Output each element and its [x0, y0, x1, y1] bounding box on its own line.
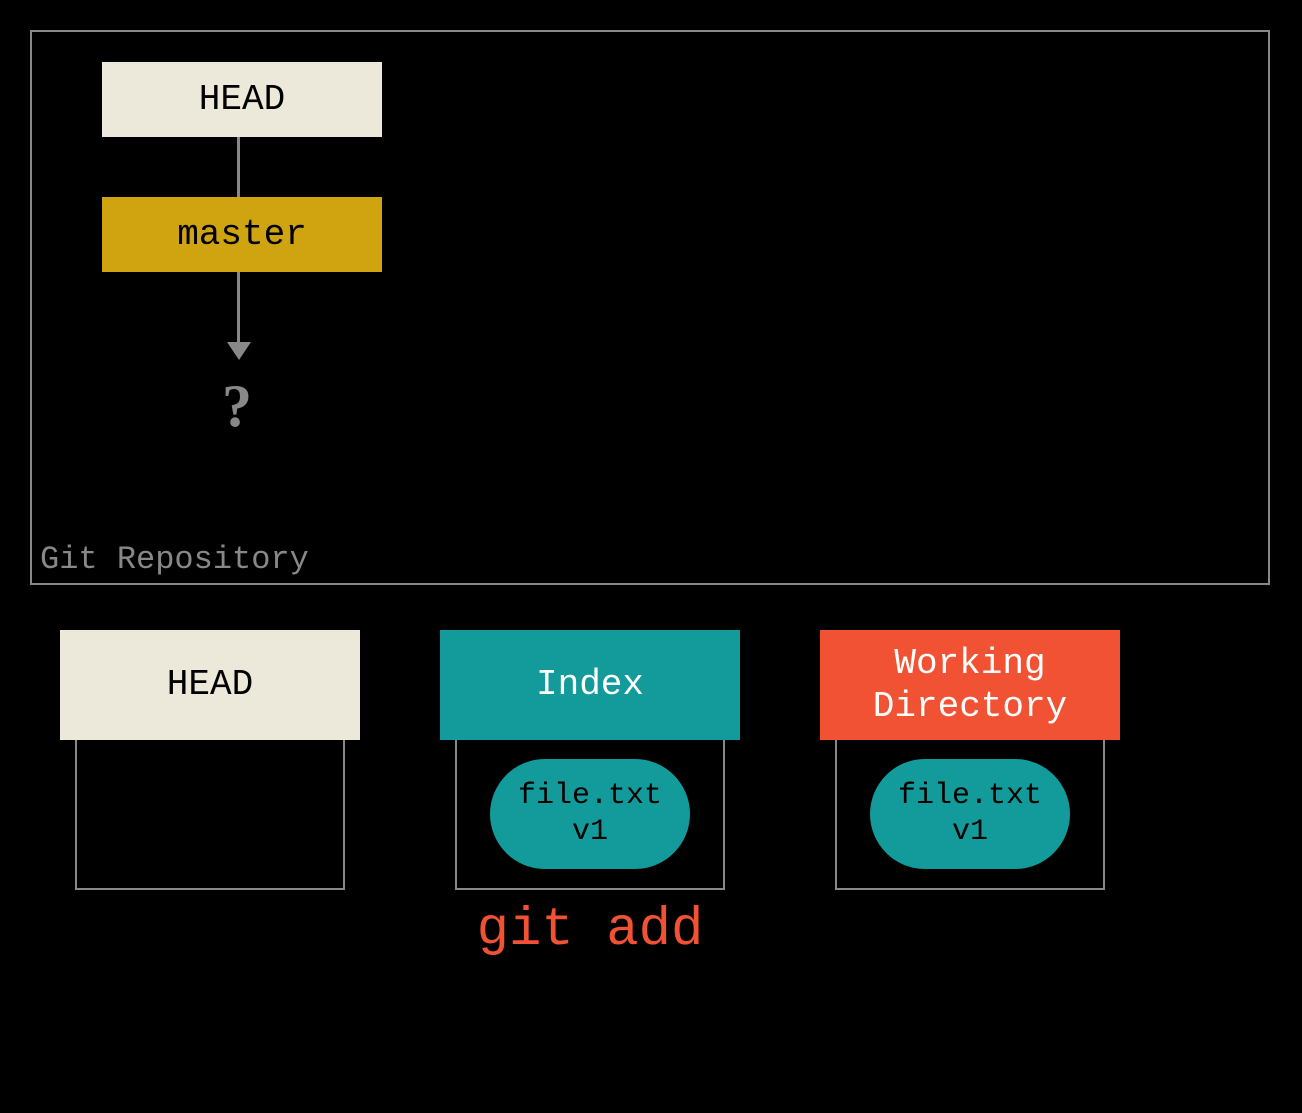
wd-header-line2: Directory	[873, 686, 1067, 727]
wd-file-version: v1	[952, 814, 988, 850]
index-tree-header-label: Index	[536, 663, 644, 706]
head-tree-header-label: HEAD	[167, 663, 253, 706]
arrow-master-to-commit	[237, 272, 240, 352]
head-tree-header: HEAD	[60, 630, 360, 740]
head-tree-body	[75, 740, 345, 890]
branch-label: master	[177, 214, 307, 255]
branch-box: master	[102, 197, 382, 272]
index-tree-container: Index file.txt v1	[440, 630, 740, 890]
head-ref-box: HEAD	[102, 62, 382, 137]
head-ref-label: HEAD	[199, 79, 285, 120]
git-repository-label: Git Repository	[40, 541, 309, 578]
git-command-label: git add	[440, 900, 740, 961]
working-directory-tree-body: file.txt v1	[835, 740, 1105, 890]
git-repository-container: HEAD master ? Git Repository	[30, 30, 1270, 585]
index-tree-header: Index	[440, 630, 740, 740]
wd-header-line1: Working	[894, 643, 1045, 684]
index-file-name: file.txt	[518, 778, 662, 814]
arrow-head-icon	[227, 342, 251, 360]
working-directory-tree-header: Working Directory	[820, 630, 1120, 740]
working-directory-tree-container: Working Directory file.txt v1	[820, 630, 1120, 890]
unknown-commit-marker: ?	[222, 372, 252, 441]
wd-file-blob: file.txt v1	[870, 759, 1070, 869]
arrow-head-to-master	[237, 137, 240, 197]
wd-file-name: file.txt	[898, 778, 1042, 814]
head-tree-container: HEAD	[60, 630, 360, 890]
index-tree-body: file.txt v1	[455, 740, 725, 890]
working-directory-header-text: Working Directory	[873, 642, 1067, 728]
index-file-blob: file.txt v1	[490, 759, 690, 869]
index-file-version: v1	[572, 814, 608, 850]
